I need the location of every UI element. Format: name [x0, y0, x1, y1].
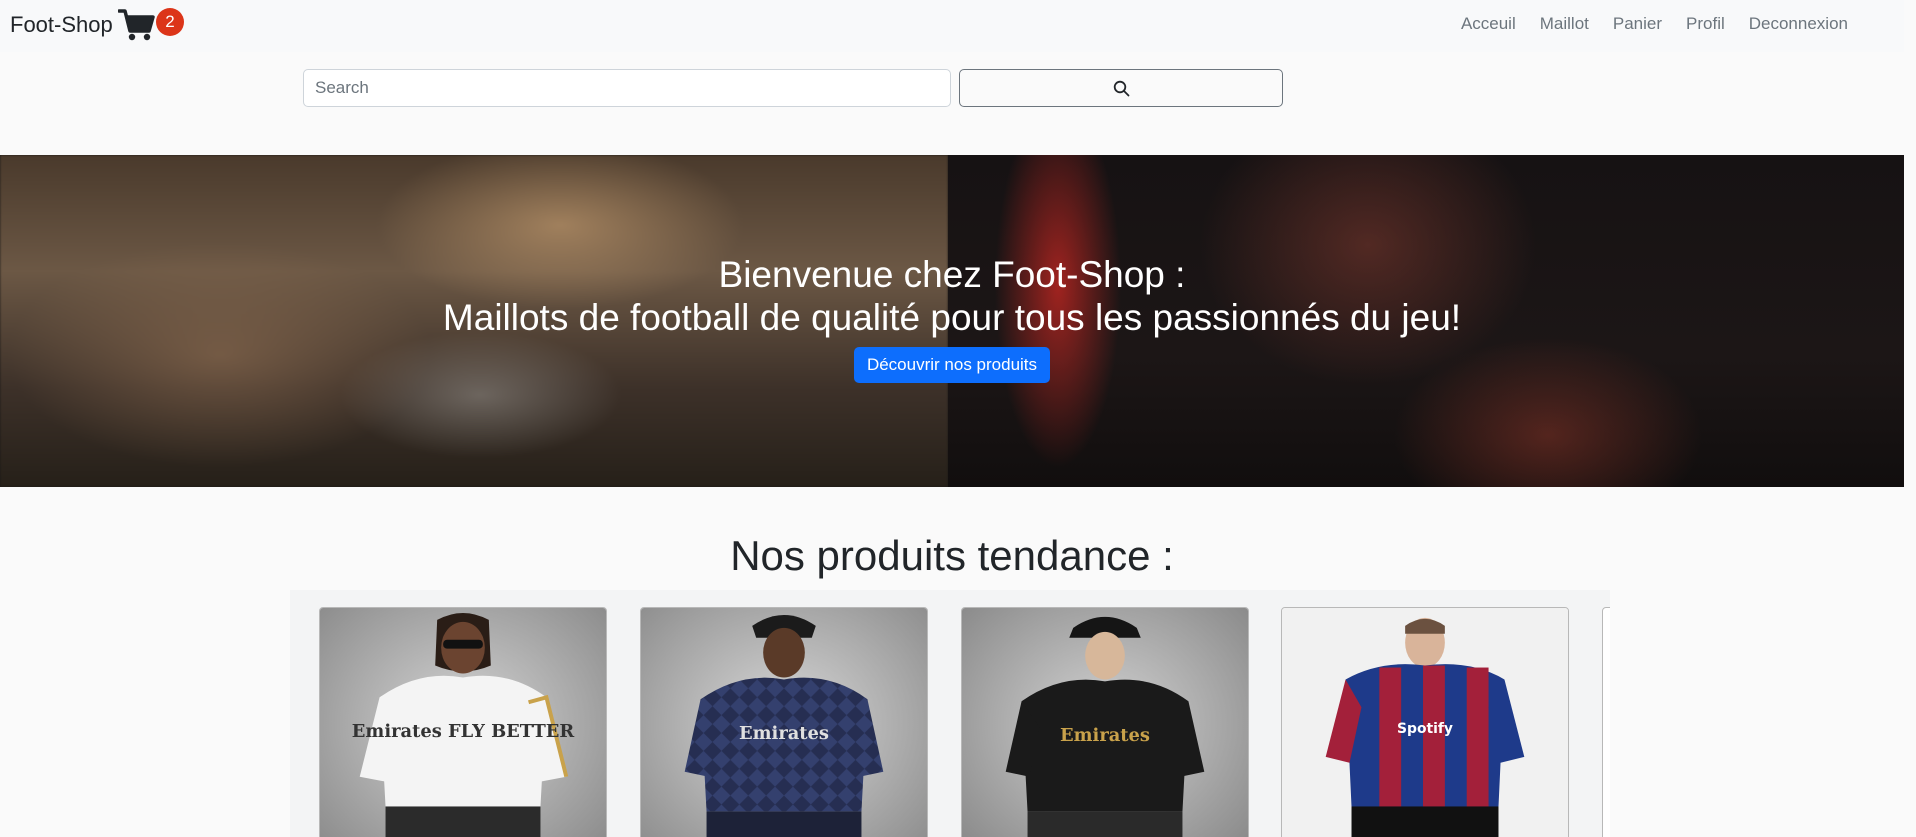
product-card[interactable]: Emirates FLY BETTER [319, 607, 607, 837]
hero-subtitle: Maillots de football de qualité pour tou… [442, 297, 1462, 338]
nav-link-panier[interactable]: Panier [1601, 14, 1674, 34]
svg-text:Spotify: Spotify [1397, 721, 1453, 737]
hero-title: Bienvenue chez Foot-Shop : [718, 254, 1186, 295]
cart-icon [118, 9, 155, 41]
product-image: Spotify [1282, 608, 1568, 837]
search-input[interactable] [303, 69, 951, 107]
hero-text: Bienvenue chez Foot-Shop : Maillots de f… [0, 253, 1904, 383]
jersey-sponsor-text: Emirates FLY BETTER [352, 721, 575, 742]
products-carousel: Emirates FLY BETTER Emirates Emirates Sp… [290, 590, 1610, 837]
product-image: Emirates FLY BETTER [320, 608, 606, 837]
products-section-title: Nos produits tendance : [730, 532, 1174, 579]
nav-link-profil[interactable]: Profil [1674, 14, 1737, 34]
discover-products-button[interactable]: Découvrir nos produits [853, 347, 1051, 383]
product-image: Emirates [962, 608, 1248, 837]
brand-link[interactable]: Foot-Shop [10, 12, 113, 38]
svg-text:Emirates: Emirates [1060, 725, 1150, 746]
nav-link-maillot[interactable]: Maillot [1528, 14, 1601, 34]
nav-link-deconnexion[interactable]: Deconnexion [1737, 14, 1860, 34]
product-image: Emirates [641, 608, 927, 837]
product-card[interactable]: Emirates [640, 607, 928, 837]
cart-count-badge: 2 [156, 8, 184, 36]
hero-banner: Bienvenue chez Foot-Shop : Maillots de f… [0, 155, 1904, 487]
product-card[interactable]: Spotify [1281, 607, 1569, 837]
nav-link-acceuil[interactable]: Acceuil [1449, 14, 1528, 34]
search-button[interactable] [959, 69, 1283, 107]
search-icon [1113, 80, 1129, 96]
svg-text:Emirates: Emirates [739, 723, 829, 744]
product-card[interactable]: Emirates [961, 607, 1249, 837]
cart-button[interactable]: 2 [118, 6, 184, 44]
nav-links: Acceuil Maillot Panier Profil Deconnexio… [1449, 14, 1860, 34]
product-card[interactable] [1602, 607, 1610, 837]
navbar: Foot-Shop 2 Acceuil Maillot Panier Profi… [0, 0, 1904, 52]
